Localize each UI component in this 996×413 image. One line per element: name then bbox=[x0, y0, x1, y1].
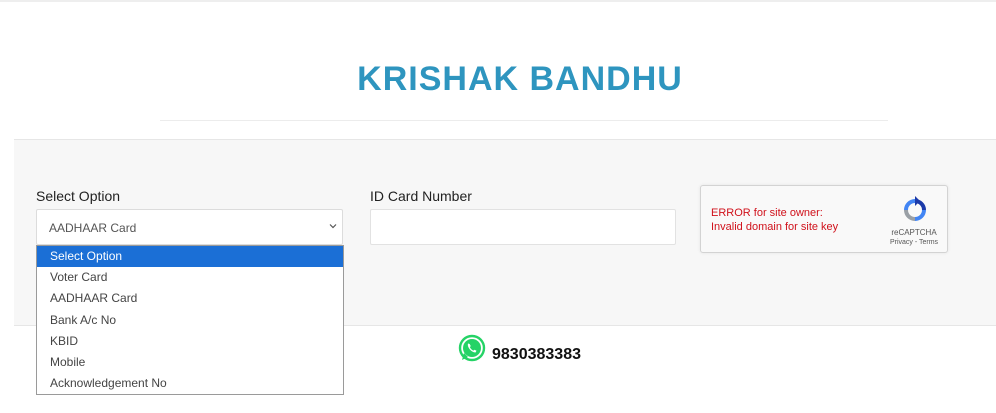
id-card-number-label: ID Card Number bbox=[370, 188, 472, 204]
dropdown-option-aadhaar-card[interactable]: AADHAAR Card bbox=[37, 288, 343, 309]
select-current-value: AADHAAR Card bbox=[49, 221, 137, 235]
dropdown-option-acknowledgement-no[interactable]: Acknowledgement No bbox=[37, 373, 343, 394]
recaptcha-brand: reCAPTCHA bbox=[891, 228, 937, 237]
whatsapp-phone-number[interactable]: 9830383383 bbox=[492, 346, 581, 364]
whatsapp-icon bbox=[458, 334, 486, 362]
recaptcha-error-line2: Invalid domain for site key bbox=[711, 221, 839, 233]
dropdown-option-bank-ac-no[interactable]: Bank A/c No bbox=[37, 310, 343, 331]
dropdown-option-mobile[interactable]: Mobile bbox=[37, 352, 343, 373]
recaptcha-error-line1: ERROR for site owner: bbox=[711, 207, 823, 219]
id-type-select[interactable]: AADHAAR Card bbox=[36, 209, 343, 245]
dropdown-option-voter-card[interactable]: Voter Card bbox=[37, 267, 343, 288]
dropdown-option-kbid[interactable]: KBID bbox=[37, 331, 343, 352]
recaptcha-privacy-terms-link[interactable]: Privacy - Terms bbox=[881, 239, 947, 246]
chevron-down-icon bbox=[329, 224, 337, 229]
recaptcha-logo-icon bbox=[904, 196, 926, 221]
top-divider bbox=[0, 0, 996, 2]
id-card-number-input[interactable] bbox=[370, 209, 676, 245]
title-divider bbox=[160, 120, 888, 121]
page: KRISHAK BANDHU Select Option AADHAAR Car… bbox=[0, 0, 996, 413]
dropdown-option-select-option[interactable]: Select Option bbox=[37, 246, 343, 268]
recaptcha-error: ERROR for site owner: Invalid domain for… bbox=[711, 206, 861, 234]
page-title: KRISHAK BANDHU bbox=[357, 60, 683, 98]
recaptcha-widget[interactable]: ERROR for site owner: Invalid domain for… bbox=[700, 185, 948, 253]
select-option-label: Select Option bbox=[36, 188, 121, 204]
select-dropdown-list[interactable]: Select Option Voter Card AADHAAR Card Ba… bbox=[36, 245, 344, 395]
